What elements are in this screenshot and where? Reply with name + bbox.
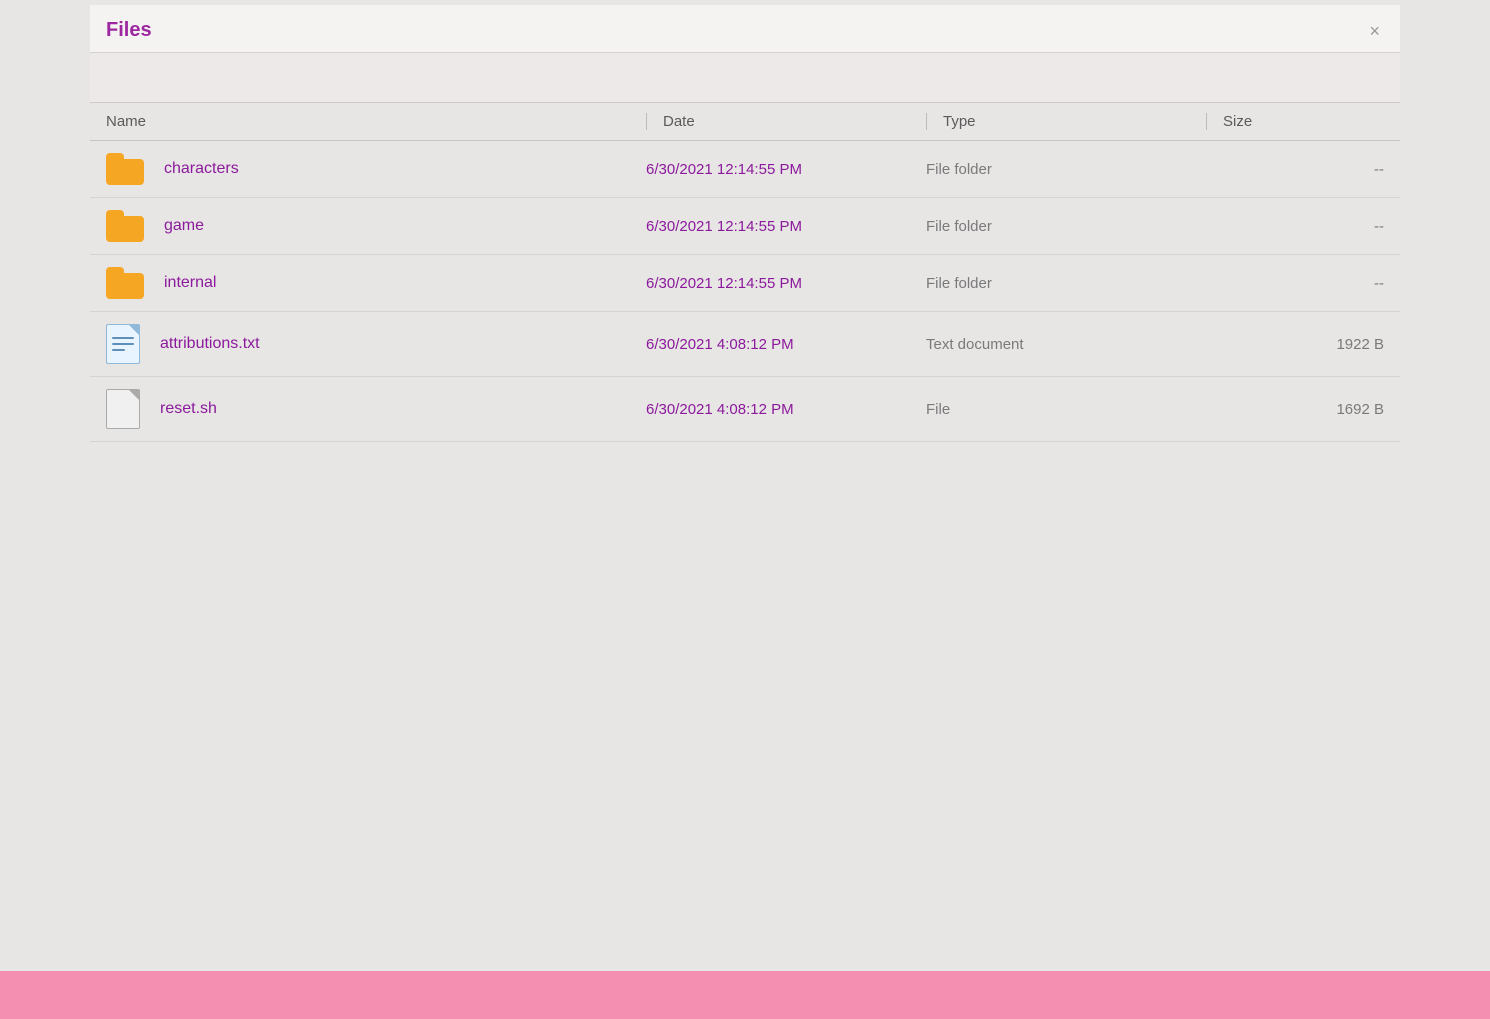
file-size: 1922 B bbox=[1206, 336, 1384, 353]
file-size: 1692 B bbox=[1206, 401, 1384, 418]
column-size-header: Size bbox=[1206, 113, 1384, 130]
files-window: Files × Name Date Type Size characters 6… bbox=[90, 5, 1400, 935]
window-title: Files bbox=[106, 19, 152, 42]
table-row[interactable]: characters 6/30/2021 12:14:55 PM File fo… bbox=[90, 141, 1400, 198]
column-type-header: Type bbox=[926, 113, 1206, 130]
file-type: Text document bbox=[926, 336, 1206, 353]
file-date: 6/30/2021 12:14:55 PM bbox=[646, 275, 926, 292]
file-size: -- bbox=[1206, 218, 1384, 235]
file-date: 6/30/2021 4:08:12 PM bbox=[646, 401, 926, 418]
file-type: File folder bbox=[926, 161, 1206, 178]
file-name: characters bbox=[164, 160, 239, 178]
folder-icon bbox=[106, 267, 144, 299]
file-date: 6/30/2021 12:14:55 PM bbox=[646, 218, 926, 235]
file-list-header: Name Date Type Size bbox=[90, 103, 1400, 141]
file-name-area: characters bbox=[106, 153, 646, 185]
bottom-bar bbox=[0, 971, 1490, 1019]
file-date: 6/30/2021 4:08:12 PM bbox=[646, 336, 926, 353]
file-name: reset.sh bbox=[160, 400, 217, 418]
file-size: -- bbox=[1206, 161, 1384, 178]
table-row[interactable]: game 6/30/2021 12:14:55 PM File folder -… bbox=[90, 198, 1400, 255]
file-name-area: internal bbox=[106, 267, 646, 299]
title-bar: Files × bbox=[90, 5, 1400, 53]
file-name: game bbox=[164, 217, 204, 235]
column-date-header: Date bbox=[646, 113, 926, 130]
file-date: 6/30/2021 12:14:55 PM bbox=[646, 161, 926, 178]
file-size: -- bbox=[1206, 275, 1384, 292]
text-file-icon bbox=[106, 324, 140, 364]
folder-icon bbox=[106, 210, 144, 242]
table-row[interactable]: reset.sh 6/30/2021 4:08:12 PM File 1692 … bbox=[90, 377, 1400, 442]
file-name-area: reset.sh bbox=[106, 389, 646, 429]
close-button[interactable]: × bbox=[1369, 22, 1380, 40]
file-name: attributions.txt bbox=[160, 335, 260, 353]
file-name-area: attributions.txt bbox=[106, 324, 646, 364]
toolbar bbox=[90, 53, 1400, 103]
table-row[interactable]: internal 6/30/2021 12:14:55 PM File fold… bbox=[90, 255, 1400, 312]
column-name-header: Name bbox=[106, 113, 646, 130]
table-row[interactable]: attributions.txt 6/30/2021 4:08:12 PM Te… bbox=[90, 312, 1400, 377]
file-type: File bbox=[926, 401, 1206, 418]
file-type: File folder bbox=[926, 218, 1206, 235]
file-name: internal bbox=[164, 274, 216, 292]
folder-icon bbox=[106, 153, 144, 185]
file-list: characters 6/30/2021 12:14:55 PM File fo… bbox=[90, 141, 1400, 935]
file-icon bbox=[106, 389, 140, 429]
file-type: File folder bbox=[926, 275, 1206, 292]
file-name-area: game bbox=[106, 210, 646, 242]
